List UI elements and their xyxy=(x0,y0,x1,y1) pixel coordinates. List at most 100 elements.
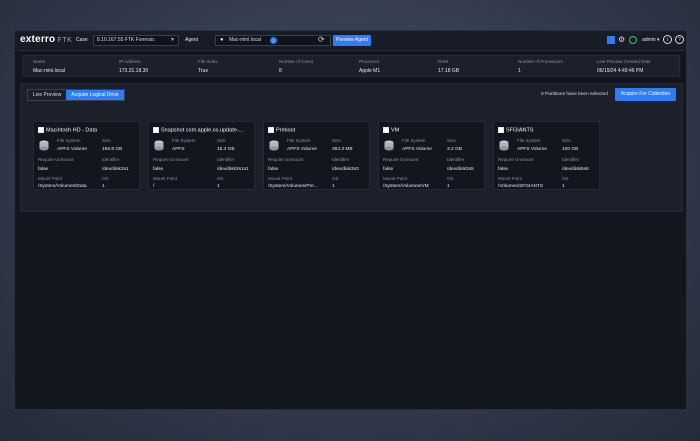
selection-count: 0 Partitions have been selected xyxy=(541,92,608,97)
hard-drive-icon xyxy=(269,140,279,151)
drive-name: VM xyxy=(391,127,400,134)
label-mount-point: Mount Point xyxy=(38,176,63,181)
drive-checkbox[interactable] xyxy=(268,127,274,133)
preview-agent-button[interactable]: Preview Agent xyxy=(333,35,371,46)
drive-card-4[interactable]: VM File System Size APFS Volume 3.2 GB R… xyxy=(378,121,485,190)
view-tabs: Live Preview Acquire Logical Drive xyxy=(27,89,125,101)
label-identifier: Identifier xyxy=(332,157,350,162)
label-require-unmount: Require Unmount xyxy=(268,157,304,162)
apple-icon: ● xyxy=(220,37,224,43)
drive-title: VM xyxy=(383,127,483,133)
value-file-system: APFS Volume xyxy=(287,147,317,152)
label-require-unmount: Require Unmount xyxy=(153,157,189,162)
label-require-unmount: Require Unmount xyxy=(498,157,534,162)
value-os: 1 xyxy=(332,184,335,189)
info-header-created: Live Preview Created Date xyxy=(597,59,651,64)
info-header-ram: RAM xyxy=(438,59,448,64)
label-os: OS xyxy=(332,176,339,181)
help-icon[interactable]: ? xyxy=(675,35,684,44)
label-file-system: File System xyxy=(57,138,81,143)
tab-acquire-logical-drive[interactable]: Acquire Logical Drive xyxy=(66,90,124,100)
drive-card-3[interactable]: Preboot File System Size APFS Volume 384… xyxy=(263,121,370,190)
notification-icon[interactable] xyxy=(607,36,615,44)
value-os: 1 xyxy=(102,184,105,189)
tab-live-preview[interactable]: Live Preview xyxy=(28,90,66,100)
drive-checkbox[interactable] xyxy=(153,127,159,133)
label-mount-point: Mount Point xyxy=(153,176,178,181)
info-header-file-index: File Index xyxy=(198,59,218,64)
label-file-system: File System xyxy=(172,138,196,143)
value-identifier: /dev/disk5s6 xyxy=(562,167,589,172)
label-os: OS xyxy=(217,176,224,181)
case-label: Case xyxy=(76,37,88,43)
label-require-unmount: Require Unmount xyxy=(38,157,74,162)
agent-info-bar: Name IP Address File Index Number of Cor… xyxy=(22,55,680,77)
label-mount-point: Mount Point xyxy=(498,176,523,181)
agent-field[interactable]: ● Mac-mini.local 1 xyxy=(215,35,331,46)
label-mount-point: Mount Point xyxy=(383,176,408,181)
value-size: 3.2 GB xyxy=(447,147,462,152)
acquire-for-collection-button[interactable]: Acquire For Collection xyxy=(615,88,676,101)
info-header-processors: Number of Processors xyxy=(518,59,563,64)
logo-product: FTK xyxy=(57,37,73,44)
drive-checkbox[interactable] xyxy=(38,127,44,133)
drive-name: SFGIANTS xyxy=(506,127,534,134)
info-value-processors: 1 xyxy=(518,68,521,74)
drive-card-5[interactable]: SFGIANTS File System Size APFS Volume 10… xyxy=(493,121,600,190)
label-size: Size xyxy=(217,138,226,143)
value-mount-point: /System/Volumes/VM xyxy=(383,184,429,189)
hard-drive-icon xyxy=(384,140,394,151)
user-avatar-icon[interactable] xyxy=(629,36,637,44)
drive-card-2[interactable]: Snapshot com.apple.os.update-... File Sy… xyxy=(148,121,255,190)
info-value-created: 06/19/24 4:49:46 PM xyxy=(597,68,644,74)
app-window: exterro FTK Case 8.10.167.55 FTK Forensic… xyxy=(14,30,687,410)
value-file-system: APFS Volume xyxy=(57,147,87,152)
value-os: 1 xyxy=(217,184,220,189)
info-value-cores: 8 xyxy=(279,68,282,74)
user-menu[interactable]: admin ▾ xyxy=(642,37,660,43)
value-require-unmount: false xyxy=(268,167,279,172)
drive-title: Snapshot com.apple.os.update-... xyxy=(153,127,253,133)
value-os: 1 xyxy=(562,184,565,189)
drive-name: Macintosh HD - Data xyxy=(46,127,98,134)
hard-drive-icon xyxy=(154,140,164,151)
hard-drive-icon xyxy=(39,140,49,151)
chevron-down-icon: ▼ xyxy=(170,37,175,43)
user-name: admin xyxy=(642,37,656,43)
value-file-system: APFS Volume xyxy=(402,147,432,152)
gear-icon[interactable]: ⚙ xyxy=(618,36,626,44)
info-value-ip: 173.31.18.30 xyxy=(119,68,149,74)
top-bar: exterro FTK Case 8.10.167.55 FTK Forensic… xyxy=(15,31,686,51)
drive-card-1[interactable]: Macintosh HD - Data File System Size APF… xyxy=(33,121,140,190)
value-file-system: APFS Volume xyxy=(517,147,547,152)
label-identifier: Identifier xyxy=(562,157,580,162)
exterro-logo: exterro FTK xyxy=(20,34,72,45)
label-identifier: Identifier xyxy=(102,157,120,162)
info-value-ram: 17.18 GB xyxy=(438,68,460,74)
hard-drive-icon xyxy=(499,140,509,151)
drive-checkbox[interactable] xyxy=(498,127,504,133)
label-require-unmount: Require Unmount xyxy=(383,157,419,162)
value-size: 100 GB xyxy=(562,147,579,152)
drive-name: Snapshot com.apple.os.update-... xyxy=(161,127,244,134)
drive-checkbox[interactable] xyxy=(383,127,389,133)
info-icon[interactable]: i xyxy=(663,35,672,44)
value-mount-point: /System/Volumes/Data xyxy=(38,184,87,189)
acquire-panel: Live Preview Acquire Logical Drive 0 Par… xyxy=(20,83,683,212)
label-file-system: File System xyxy=(287,138,311,143)
info-header-cores: Number of Cores xyxy=(279,59,314,64)
label-file-system: File System xyxy=(402,138,426,143)
case-select[interactable]: 8.10.167.55 FTK Forensic ▼ xyxy=(93,35,179,46)
value-size: 166.8 GB xyxy=(102,147,123,152)
chevron-down-icon: ▾ xyxy=(657,37,660,43)
drive-title: Preboot xyxy=(268,127,368,133)
label-size: Size xyxy=(332,138,341,143)
value-require-unmount: false xyxy=(498,167,509,172)
label-os: OS xyxy=(102,176,109,181)
value-identifier: /dev/disk3s1s1 xyxy=(217,167,249,172)
refresh-icon[interactable]: ⟳ xyxy=(318,35,325,44)
label-identifier: Identifier xyxy=(447,157,465,162)
value-require-unmount: false xyxy=(38,167,49,172)
value-mount-point: /System/Volumes/Pre... xyxy=(268,184,318,189)
label-mount-point: Mount Point xyxy=(268,176,293,181)
